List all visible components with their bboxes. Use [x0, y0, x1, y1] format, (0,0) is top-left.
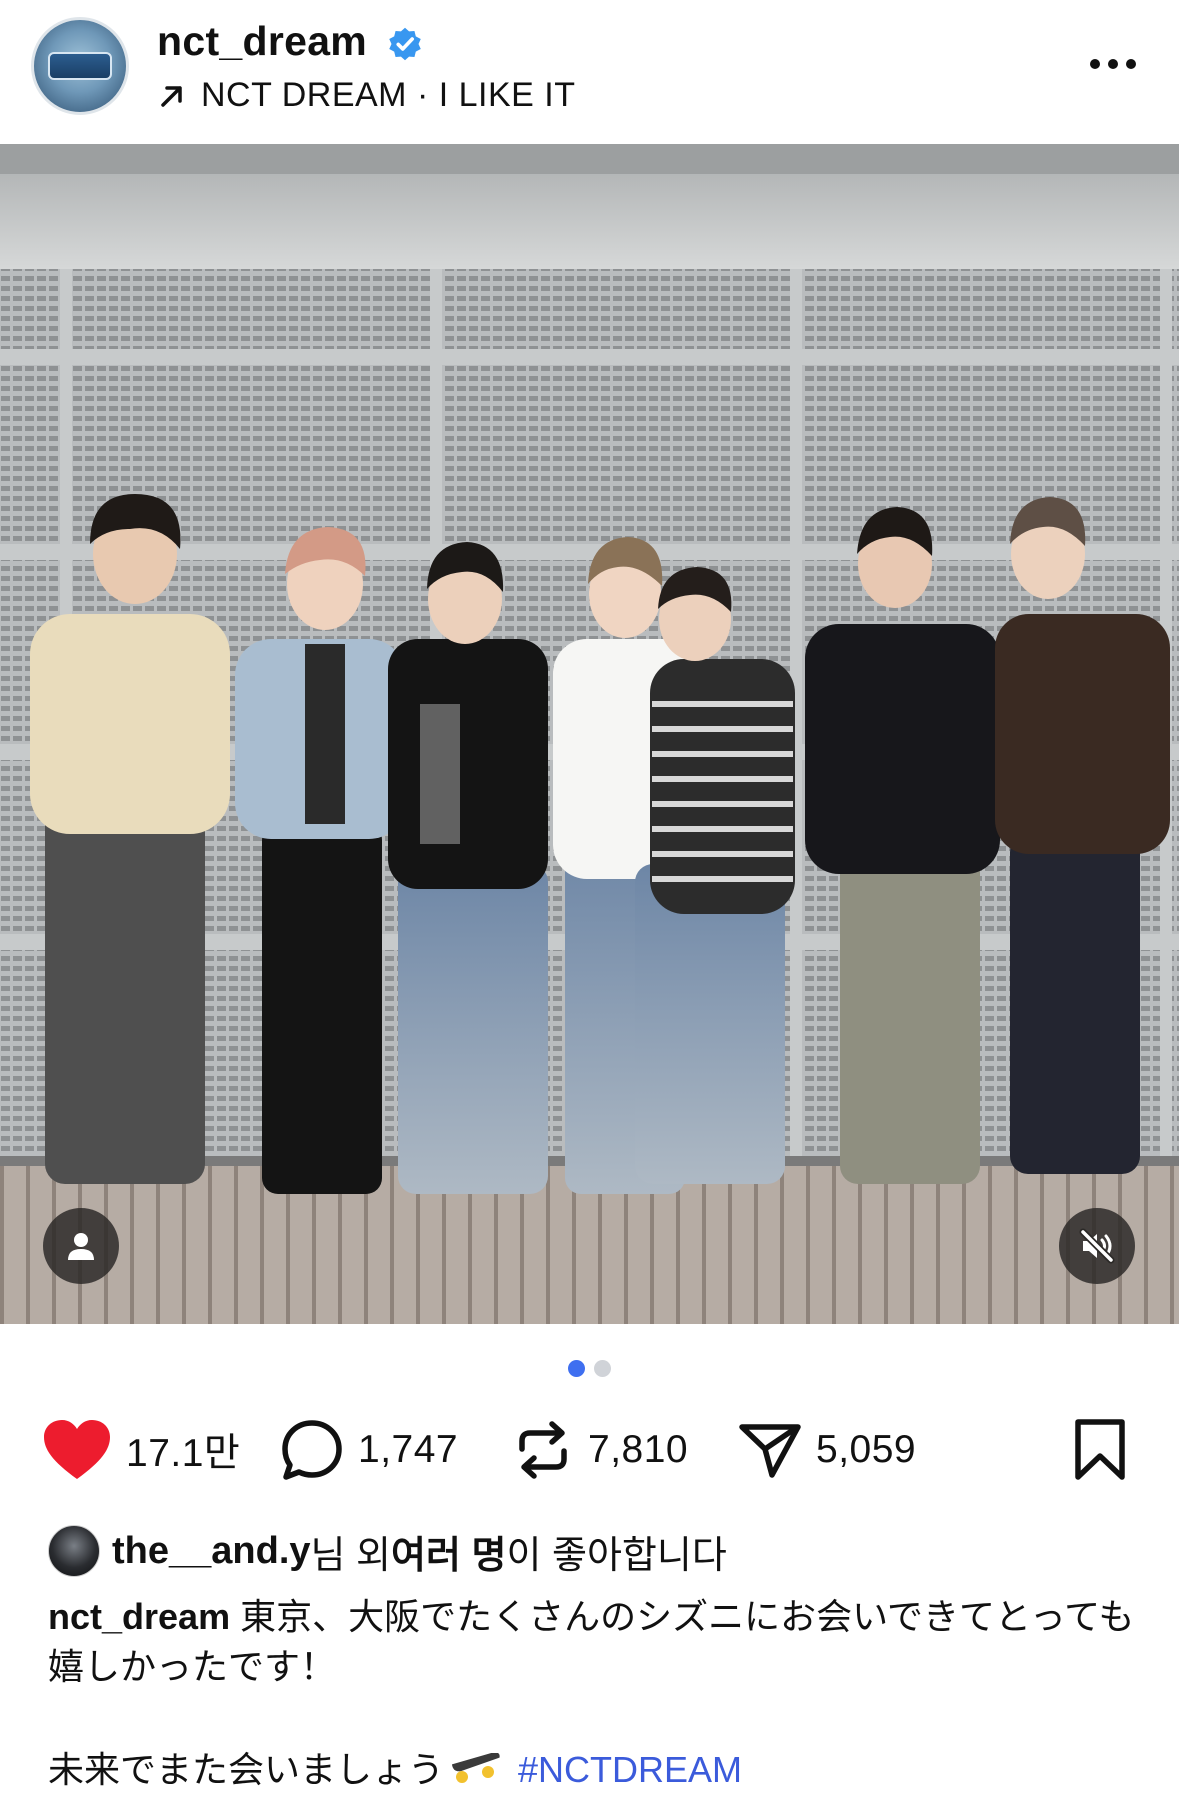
caption-username[interactable]: nct_dream: [48, 1596, 230, 1637]
audio-track-link[interactable]: NCT DREAM · I LIKE IT: [157, 76, 575, 115]
liked-by-text-end: 이 좋아합니다: [506, 1534, 727, 1577]
heart-icon[interactable]: [42, 1419, 112, 1481]
liked-by-line[interactable]: the__and.y 님 외 여러 명 이 좋아합니다: [48, 1523, 727, 1579]
repost-count[interactable]: 7,810: [588, 1428, 688, 1472]
save-action: [1072, 1415, 1128, 1485]
post-caption: nct_dream 東京、大阪でたくさんのシズニにお会いできてとっても嬉しかった…: [48, 1592, 1138, 1692]
person-3: [388, 542, 548, 1194]
share-action: 5,059: [738, 1415, 916, 1485]
mute-toggle-button[interactable]: [1059, 1208, 1135, 1284]
audio-track-label: NCT DREAM · I LIKE IT: [201, 76, 576, 114]
verified-badge-icon: [389, 27, 421, 61]
like-action: 17.1만: [42, 1415, 240, 1485]
profile-avatar[interactable]: [31, 17, 129, 115]
share-count[interactable]: 5,059: [816, 1428, 916, 1472]
caption-text-2: 未来でまた会いましょう: [48, 1749, 445, 1790]
person-icon: [68, 1233, 94, 1260]
bookmark-icon[interactable]: [1072, 1418, 1128, 1482]
post-header: nct_dream NCT DREAM · I LIKE IT: [0, 0, 1179, 144]
comment-count[interactable]: 1,747: [358, 1428, 458, 1472]
action-bar: 17.1만 1,747 7,810 5,059: [0, 1415, 1179, 1485]
group-photo-image: [0, 144, 1179, 1324]
skateboard-icon: [451, 1753, 500, 1783]
send-icon[interactable]: [738, 1419, 802, 1481]
liked-by-others[interactable]: 여러 명: [391, 1524, 506, 1579]
tagged-people-button[interactable]: [43, 1208, 119, 1284]
comment-bubble-icon[interactable]: [280, 1418, 344, 1482]
carousel-dot-1[interactable]: [568, 1360, 585, 1377]
post-username[interactable]: nct_dream: [157, 18, 367, 65]
comment-action: 1,747: [280, 1415, 458, 1485]
like-count[interactable]: 17.1만: [126, 1422, 240, 1478]
liked-by-text-mid: 님 외: [310, 1534, 392, 1577]
repost-action: 7,810: [512, 1415, 688, 1485]
repost-icon[interactable]: [512, 1419, 574, 1481]
carousel-dot-2[interactable]: [594, 1360, 611, 1377]
post-photo[interactable]: [0, 144, 1179, 1324]
liker-avatar[interactable]: [48, 1525, 100, 1577]
carousel-indicator: [0, 1360, 1179, 1378]
speaker-muted-icon: [1079, 1228, 1115, 1264]
hashtag-link[interactable]: #NCTDREAM: [518, 1745, 742, 1795]
more-horizontal-icon[interactable]: [1088, 52, 1138, 76]
avatar-logo: [48, 52, 112, 80]
arrow-up-right-icon: [161, 85, 182, 107]
liker-username[interactable]: the__and.y: [112, 1530, 311, 1573]
caption-second-line: 未来でまた会いましょう #NCTDREAM: [48, 1745, 742, 1795]
